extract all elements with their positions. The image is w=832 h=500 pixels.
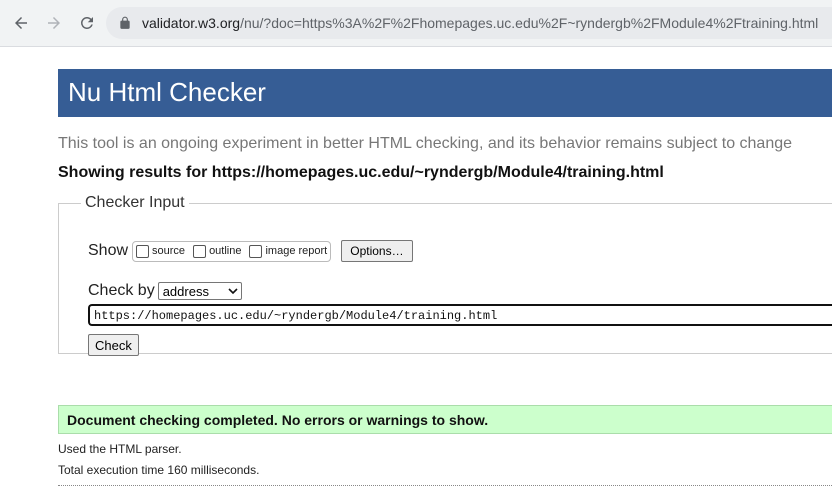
lock-icon[interactable] bbox=[118, 16, 132, 30]
results-heading: Showing results for https://homepages.uc… bbox=[58, 164, 664, 182]
image-report-checkbox[interactable] bbox=[249, 244, 263, 258]
show-label: Show bbox=[88, 242, 129, 259]
source-checkbox[interactable] bbox=[136, 244, 150, 258]
source-label: source bbox=[152, 245, 186, 257]
back-button[interactable] bbox=[10, 12, 32, 34]
checker-input-legend: Checker Input bbox=[85, 194, 185, 211]
url-host: validator.w3.org bbox=[142, 15, 241, 31]
arrow-right-icon bbox=[48, 17, 60, 29]
page-header: Nu Html Checker bbox=[58, 69, 832, 117]
options-button[interactable]: Options… bbox=[341, 240, 413, 262]
tagline: This tool is an ongoing experiment in be… bbox=[58, 135, 793, 152]
browser-toolbar: validator.w3.org/nu/?doc=https%3A%2F%2Fh… bbox=[0, 0, 832, 47]
check-by-label: Check by bbox=[88, 282, 155, 299]
success-message: Document checking completed. No errors o… bbox=[58, 405, 832, 434]
address-bar[interactable]: validator.w3.org/nu/?doc=https%3A%2F%2Fh… bbox=[106, 7, 832, 39]
document-url-input[interactable]: https://homepages.uc.edu/~ryndergb/Modul… bbox=[88, 304, 832, 326]
arrow-left-icon bbox=[15, 17, 27, 29]
url-text: validator.w3.org/nu/?doc=https%3A%2F%2Fh… bbox=[142, 15, 818, 31]
results-divider bbox=[58, 485, 832, 486]
reload-icon bbox=[80, 16, 93, 29]
check-by-row: Check by address bbox=[88, 282, 242, 300]
check-button[interactable]: Check bbox=[88, 334, 139, 356]
reload-button[interactable] bbox=[76, 12, 98, 34]
chevron-down-icon bbox=[228, 288, 238, 295]
outline-checkbox[interactable] bbox=[193, 244, 207, 258]
parser-info: Used the HTML parser. bbox=[58, 442, 182, 456]
results-url: https://homepages.uc.edu/~ryndergb/Modul… bbox=[211, 164, 664, 181]
show-outline-option[interactable]: outline bbox=[193, 244, 242, 258]
checker-input-fieldset: Checker Input Show source outline image … bbox=[58, 194, 832, 356]
results-prefix: Showing results for bbox=[58, 164, 212, 181]
forward-button[interactable] bbox=[43, 12, 65, 34]
image-report-label: image report bbox=[265, 245, 328, 257]
check-by-select[interactable]: address bbox=[157, 282, 242, 300]
show-row: Show source outline image report Options… bbox=[88, 240, 413, 262]
outline-label: outline bbox=[209, 245, 242, 257]
execution-time: Total execution time 160 milliseconds. bbox=[58, 463, 260, 477]
show-options-group: source outline image report bbox=[132, 240, 332, 262]
url-path: /nu/?doc=https%3A%2F%2Fhomepages.uc.edu%… bbox=[240, 15, 819, 31]
show-source-option[interactable]: source bbox=[136, 244, 186, 258]
check-by-value: address bbox=[162, 283, 209, 299]
page-title: Nu Html Checker bbox=[68, 77, 266, 107]
show-image-report-option[interactable]: image report bbox=[249, 244, 328, 258]
